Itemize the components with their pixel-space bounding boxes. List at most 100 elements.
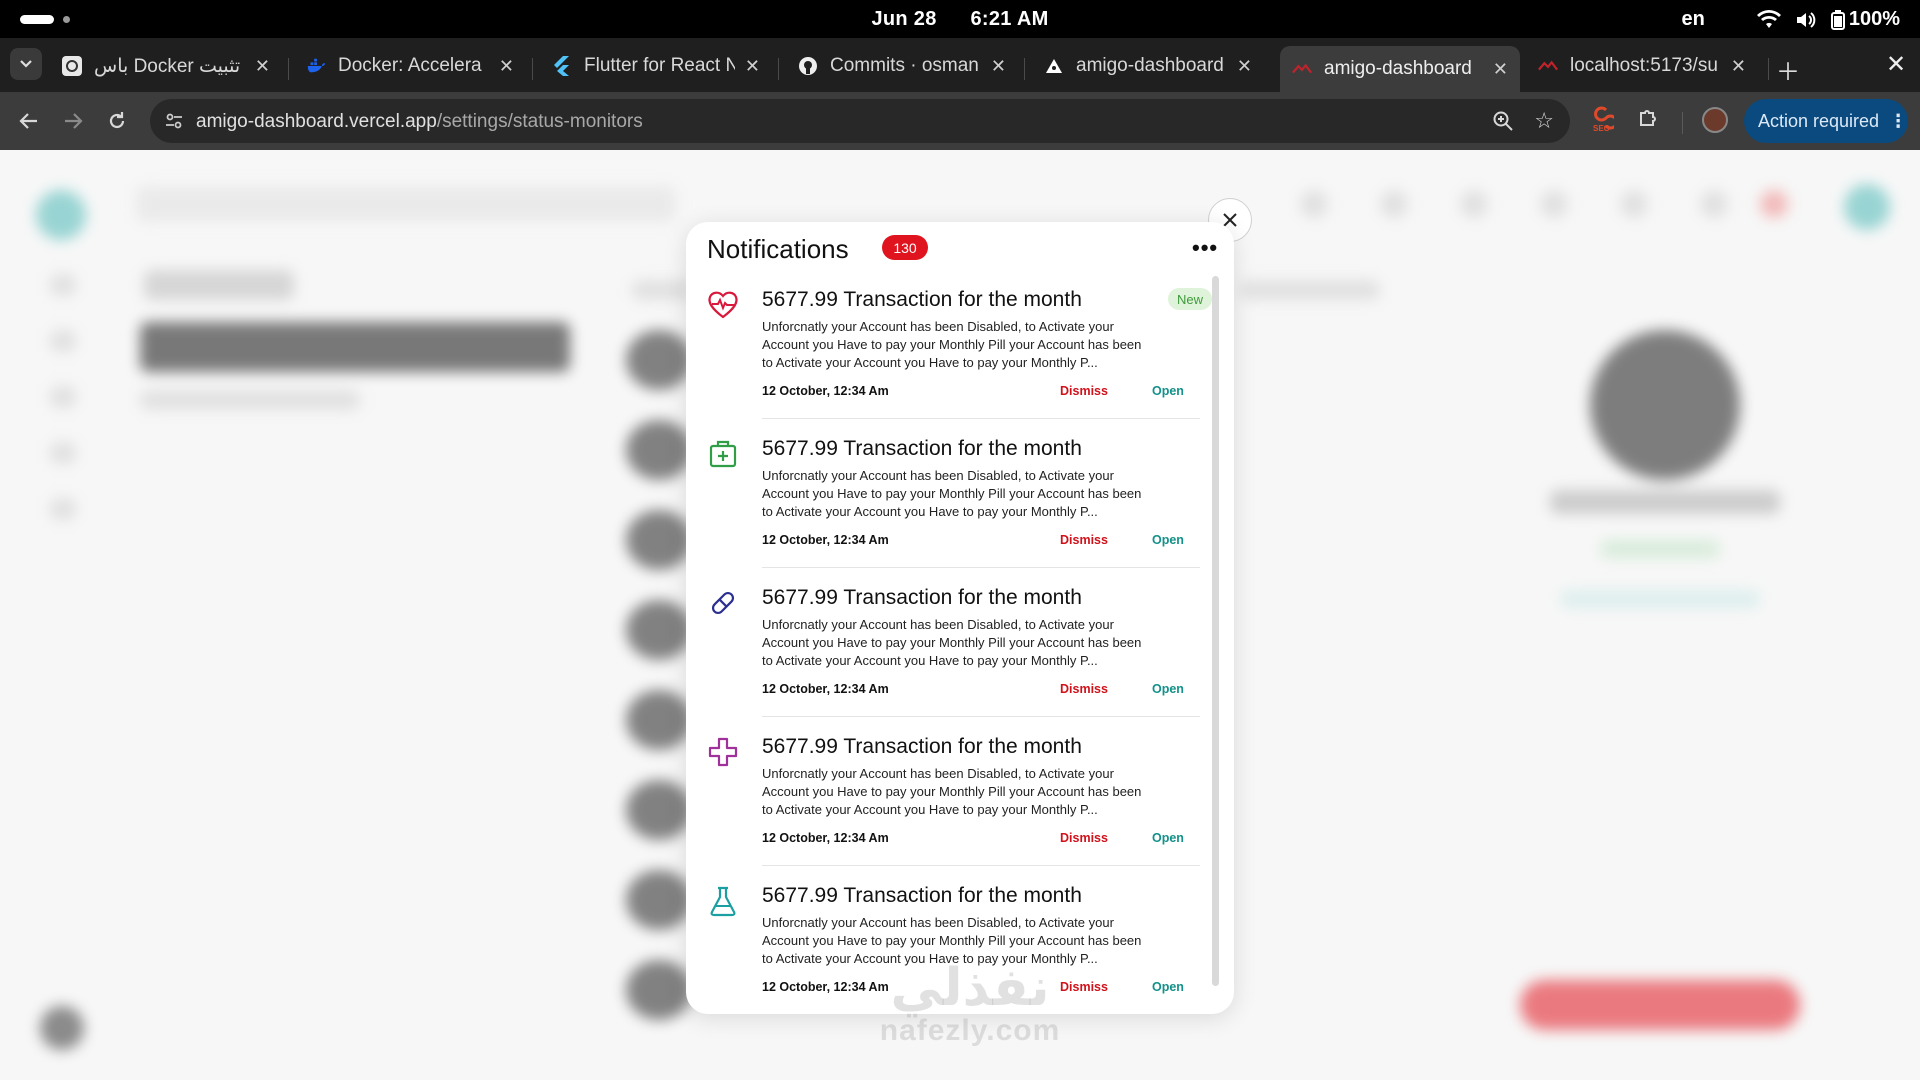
dismiss-button[interactable]: Dismiss: [1060, 831, 1108, 845]
tab-docker-arabic[interactable]: تثبيت Docker باس ✕: [50, 46, 282, 86]
action-required-label: Action required: [1758, 110, 1880, 131]
tab-flutter[interactable]: Flutter for React N ✕: [540, 46, 772, 86]
medical-kit-icon: [709, 440, 737, 468]
divider: [762, 716, 1200, 717]
reload-icon: [109, 112, 125, 129]
notification-title: 5677.99 Transaction for the month: [762, 288, 1082, 311]
tab-title: amigo-dashboard: [1076, 55, 1224, 76]
url-path: /settings/status-monitors: [436, 111, 643, 132]
language-indicator[interactable]: en: [1682, 8, 1705, 31]
dismiss-button[interactable]: Dismiss: [1060, 533, 1108, 547]
tab-github-commits[interactable]: Commits · osman ✕: [786, 46, 1018, 86]
close-tab-icon[interactable]: ✕: [499, 56, 514, 77]
github-icon: [798, 56, 818, 76]
close-tab-icon[interactable]: ✕: [1731, 56, 1746, 77]
more-vert-icon: ⋮: [1889, 110, 1908, 131]
site-settings-icon[interactable]: [164, 111, 184, 136]
address-bar[interactable]: amigo-dashboard.vercel.app/settings/stat…: [150, 99, 1570, 143]
url-host: amigo-dashboard.vercel.app: [196, 111, 437, 132]
notification-body: Unforcnatly your Account has been Disabl…: [762, 468, 1142, 519]
status-date: Jun 28: [871, 8, 937, 30]
watermark-latin: nafezly.com: [879, 1014, 1061, 1047]
notification-body: Unforcnatly your Account has been Disabl…: [762, 617, 1142, 668]
notification-item[interactable]: 5677.99 Transaction for the month Unforc…: [706, 433, 1200, 581]
notification-item[interactable]: 5677.99 Transaction for the month New Un…: [706, 284, 1213, 432]
notification-date: 12 October, 12:34 Am: [762, 533, 889, 547]
notification-item[interactable]: 5677.99 Transaction for the month Unforc…: [706, 582, 1200, 730]
notification-title: 5677.99 Transaction for the month: [762, 586, 1082, 609]
tab-title: تثبيت Docker باس: [94, 55, 241, 77]
notification-item[interactable]: 5677.99 Transaction for the month Unforc…: [706, 731, 1200, 879]
notification-title: 5677.99 Transaction for the month: [762, 437, 1082, 460]
heart-pulse-icon: [708, 291, 738, 319]
tab-docker[interactable]: Docker: Accelera ✕: [294, 46, 526, 86]
notification-body: Unforcnatly your Account has been Disabl…: [762, 319, 1142, 370]
browser-tab-strip: تثبيت Docker باس ✕ Docker: Accelera ✕ Fl…: [0, 38, 1920, 92]
zoom-icon[interactable]: [1492, 110, 1514, 137]
close-tab-icon[interactable]: ✕: [991, 56, 1006, 77]
notifications-scrollbar[interactable]: [1212, 276, 1219, 986]
tab-search-button[interactable]: [10, 48, 42, 80]
arrow-right-icon: [65, 113, 83, 129]
app-icon: [1538, 56, 1558, 76]
pill-icon: [711, 591, 735, 615]
os-status-bar: Jun 28 6:21 AM en 100%: [0, 0, 1920, 38]
notifications-title: Notifications: [707, 234, 849, 264]
close-tab-icon[interactable]: ✕: [1493, 59, 1508, 80]
action-required-button[interactable]: Action required ⋮: [1744, 99, 1908, 143]
openai-icon: [62, 56, 82, 76]
close-tab-icon[interactable]: ✕: [745, 56, 760, 77]
open-button[interactable]: Open: [1152, 384, 1184, 398]
tab-amigo-vercel[interactable]: amigo-dashboard ✕: [1032, 46, 1264, 86]
battery-status: 100%: [1830, 8, 1900, 31]
close-tab-icon[interactable]: ✕: [255, 56, 270, 77]
notifications-count-badge: 130: [882, 235, 928, 260]
status-time: 6:21 AM: [970, 8, 1049, 30]
docker-icon: [306, 56, 326, 76]
new-tab-button[interactable]: ＋: [1776, 52, 1800, 87]
wifi-icon: [1756, 9, 1781, 28]
battery-icon: [1830, 9, 1845, 30]
chevron-down-icon: [20, 60, 32, 68]
tab-separator: [1024, 58, 1025, 80]
open-button[interactable]: Open: [1152, 682, 1184, 696]
svg-text:SEO: SEO: [1593, 124, 1610, 132]
reload-button[interactable]: [102, 106, 132, 136]
flask-icon: [710, 886, 736, 917]
notifications-modal: Notifications 130 ••• 5677.99 Transactio…: [686, 222, 1234, 1014]
tab-title: amigo-dashboard: [1324, 58, 1472, 79]
seo-extension-icon[interactable]: SEO: [1590, 106, 1618, 137]
tab-amigo-dashboard-active[interactable]: amigo-dashboard ✕: [1280, 46, 1520, 92]
volume-icon: [1796, 11, 1816, 28]
vercel-icon: [1044, 56, 1064, 76]
divider: [762, 865, 1200, 866]
tab-title: localhost:5173/su: [1570, 55, 1718, 76]
more-options-icon[interactable]: •••: [1192, 235, 1218, 261]
bookmark-star-icon[interactable]: ☆: [1534, 108, 1554, 134]
tab-title: Flutter for React N: [584, 55, 735, 76]
notification-title: 5677.99 Transaction for the month: [762, 735, 1082, 758]
arrow-left-icon: [19, 113, 37, 129]
tab-separator: [288, 58, 289, 80]
close-window-button[interactable]: ✕: [1886, 50, 1906, 79]
extensions-puzzle-icon[interactable]: [1636, 106, 1660, 135]
browser-toolbar: amigo-dashboard.vercel.app/settings/stat…: [0, 92, 1920, 150]
profile-avatar[interactable]: [1702, 107, 1728, 133]
dismiss-button[interactable]: Dismiss: [1060, 384, 1108, 398]
tab-localhost[interactable]: localhost:5173/su ✕: [1526, 46, 1758, 86]
forward-button[interactable]: [58, 106, 88, 136]
open-button[interactable]: Open: [1152, 980, 1184, 994]
app-icon: [1292, 59, 1312, 79]
url-text[interactable]: amigo-dashboard.vercel.app/settings/stat…: [196, 111, 643, 133]
notification-date: 12 October, 12:34 Am: [762, 384, 889, 398]
dismiss-button[interactable]: Dismiss: [1060, 682, 1108, 696]
new-badge: New: [1168, 288, 1213, 310]
back-button[interactable]: [14, 106, 44, 136]
open-button[interactable]: Open: [1152, 831, 1184, 845]
medical-cross-icon: [708, 737, 738, 767]
watermark: نفذلي nafezly.com: [820, 962, 1120, 1048]
close-tab-icon[interactable]: ✕: [1237, 56, 1252, 77]
tab-separator: [1768, 58, 1769, 80]
open-button[interactable]: Open: [1152, 533, 1184, 547]
divider: [762, 418, 1200, 419]
